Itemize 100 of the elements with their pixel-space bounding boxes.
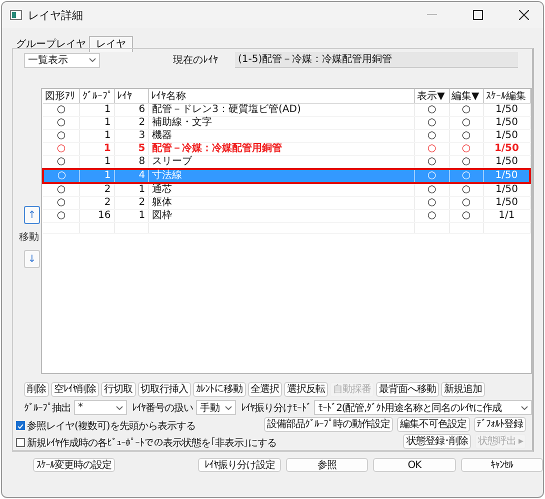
table-cell: ○	[56, 104, 66, 116]
maximize-icon[interactable]	[473, 10, 483, 20]
table-cell: ○	[427, 104, 436, 116]
table-cell: 1/50	[495, 197, 518, 209]
column-header[interactable]: ﾚｲﾔ名称	[148, 89, 415, 104]
action-button[interactable]: 新規追加	[441, 382, 485, 397]
table-cell: 通芯	[152, 184, 172, 196]
action-button[interactable]: 最背面へ移動	[376, 382, 439, 397]
table-cell: 1	[138, 184, 146, 196]
table-cell: 2	[138, 117, 146, 129]
footer-button[interactable]: 参照	[286, 458, 368, 472]
option-button[interactable]: 編集不可色設定	[397, 417, 470, 432]
column-header[interactable]: 編集▼	[449, 89, 484, 104]
table-cell: 図枠	[152, 210, 172, 222]
checkbox-label: 新規ﾚｲﾔ作成時の各ﾋﾞｭｰﾎﾟｰﾄでの表示状態を｢非表示｣にする	[27, 436, 276, 450]
table-cell: 16	[98, 210, 111, 222]
table-cell: ○	[56, 143, 66, 155]
filter-label: ｸﾞﾙｰﾌﾟ抽出	[24, 402, 71, 414]
footer-button[interactable]: ｷｬﾝｾﾙ	[460, 458, 543, 472]
column-header[interactable]: ｽｹｰﾙ編集	[483, 89, 530, 104]
action-button[interactable]: ｶﾚﾝﾄに移動	[193, 382, 246, 397]
table-cell: ○	[56, 210, 66, 222]
table-cell: ○	[462, 104, 471, 116]
column-header[interactable]: 表示▼	[414, 89, 450, 104]
action-button[interactable]: 切取行挿入	[138, 382, 191, 397]
table-cell: 1/50	[494, 143, 519, 155]
option-button[interactable]: 設備部品ｸﾞﾙｰﾌﾟ時の動作設定	[264, 417, 393, 432]
filter-label: ﾚｲﾔ番号の扱い	[132, 402, 194, 414]
table-cell: ○	[427, 197, 436, 209]
action-button[interactable]: 空ﾚｲﾔ削除	[51, 382, 99, 397]
option-button[interactable]: 状態登録･削除	[403, 434, 471, 449]
move-down-button[interactable]: ↓	[24, 250, 40, 268]
table-cell: ○	[462, 170, 471, 182]
column-header[interactable]: ｸﾞﾙｰﾌﾟ	[80, 89, 114, 104]
table-cell: 補助線・文字	[152, 117, 212, 129]
filter-label: ﾚｲﾔ振り分けﾓｰﾄﾞ	[240, 402, 311, 414]
table-cell: ○	[56, 156, 66, 168]
filter-dropdown[interactable]: 手動	[196, 400, 236, 415]
option-button[interactable]: ﾃﾞﾌｫﾙﾄ登録	[474, 417, 526, 432]
close-icon[interactable]	[519, 10, 529, 20]
action-button[interactable]: 選択反転	[284, 382, 328, 397]
table-cell: 8	[138, 156, 146, 168]
footer-button[interactable]: ｽｹｰﾙ変更時の設定	[33, 458, 116, 472]
table-cell: 1	[104, 143, 111, 155]
table-cell: 6	[138, 104, 146, 116]
current-layer-label: 現在のﾚｲﾔ	[173, 54, 219, 67]
table-cell: ○	[462, 210, 471, 222]
table-cell: ○	[427, 130, 436, 142]
action-button[interactable]: 全選択	[248, 382, 282, 397]
table-cell: 2	[104, 184, 111, 196]
checkbox-label: 参照レイヤ(複数可)を先頭から表示する	[27, 420, 196, 432]
checkbox[interactable]	[16, 438, 25, 447]
action-button[interactable]: 削除	[24, 382, 49, 397]
table-cell: 1/50	[495, 156, 518, 168]
column-header[interactable]: 図形ｱﾘ	[43, 89, 80, 104]
table-cell: ○	[462, 197, 471, 209]
checkbox[interactable]	[16, 421, 25, 430]
view-dropdown[interactable]: 一覧表示	[24, 52, 100, 68]
table-cell: ○	[427, 210, 436, 222]
table-cell: ○	[462, 143, 471, 155]
table-cell: ○	[56, 197, 66, 209]
table-cell: 配管－冷媒：冷媒配管用銅管	[152, 143, 282, 155]
table-cell: 5	[138, 143, 146, 155]
chevron-icon	[89, 58, 96, 62]
table-cell: 1	[104, 117, 111, 129]
table-cell: 1	[104, 156, 111, 168]
table-cell: ○	[427, 143, 436, 155]
filter-dropdown[interactable]: *	[74, 400, 128, 415]
column-header[interactable]: ﾚｲﾔ	[114, 89, 149, 104]
table-cell: 2	[104, 197, 111, 209]
table-cell: ○	[56, 130, 66, 142]
move-up-button[interactable]: ↑	[24, 206, 40, 224]
table-cell: ○	[56, 117, 66, 129]
chevron-icon	[521, 406, 528, 410]
table-cell: 寸法線	[152, 170, 182, 182]
table-cell: 3	[138, 130, 146, 142]
tab[interactable]: レイヤ	[89, 36, 133, 52]
current-layer-field: (1-5)配管－冷媒：冷媒配管用銅管	[235, 52, 518, 68]
table-cell: 1/1	[498, 210, 515, 222]
window-title: レイヤ詳細	[28, 8, 83, 22]
table-cell: スリーブ	[152, 156, 192, 168]
chevron-icon	[224, 406, 232, 410]
table-cell: 1/50	[495, 104, 518, 116]
table-cell: 1	[104, 170, 111, 182]
table-cell: ○	[462, 130, 471, 142]
move-label: 移動	[19, 231, 39, 244]
tab[interactable]: グループレイヤ	[13, 38, 89, 52]
table-cell: ○	[427, 184, 436, 196]
action-button[interactable]: 行切取	[101, 382, 136, 397]
footer-button[interactable]: OK	[373, 458, 456, 472]
table-cell: 2	[138, 197, 146, 209]
table-cell: ○	[462, 184, 471, 196]
table-cell: 4	[138, 170, 146, 182]
filter-dropdown[interactable]: ﾓｰﾄﾞ2(配管,ﾀﾞｸﾄ用途名称と同名のﾚｲﾔに作成	[314, 400, 532, 415]
table-cell: 1/50	[495, 117, 518, 129]
table-cell: 1	[138, 210, 146, 222]
table-cell: 1	[104, 130, 111, 142]
table-cell: 1	[104, 104, 111, 116]
table-cell: ○	[427, 156, 436, 168]
footer-button[interactable]: ﾚｲﾔ振り分け設定	[198, 458, 281, 472]
